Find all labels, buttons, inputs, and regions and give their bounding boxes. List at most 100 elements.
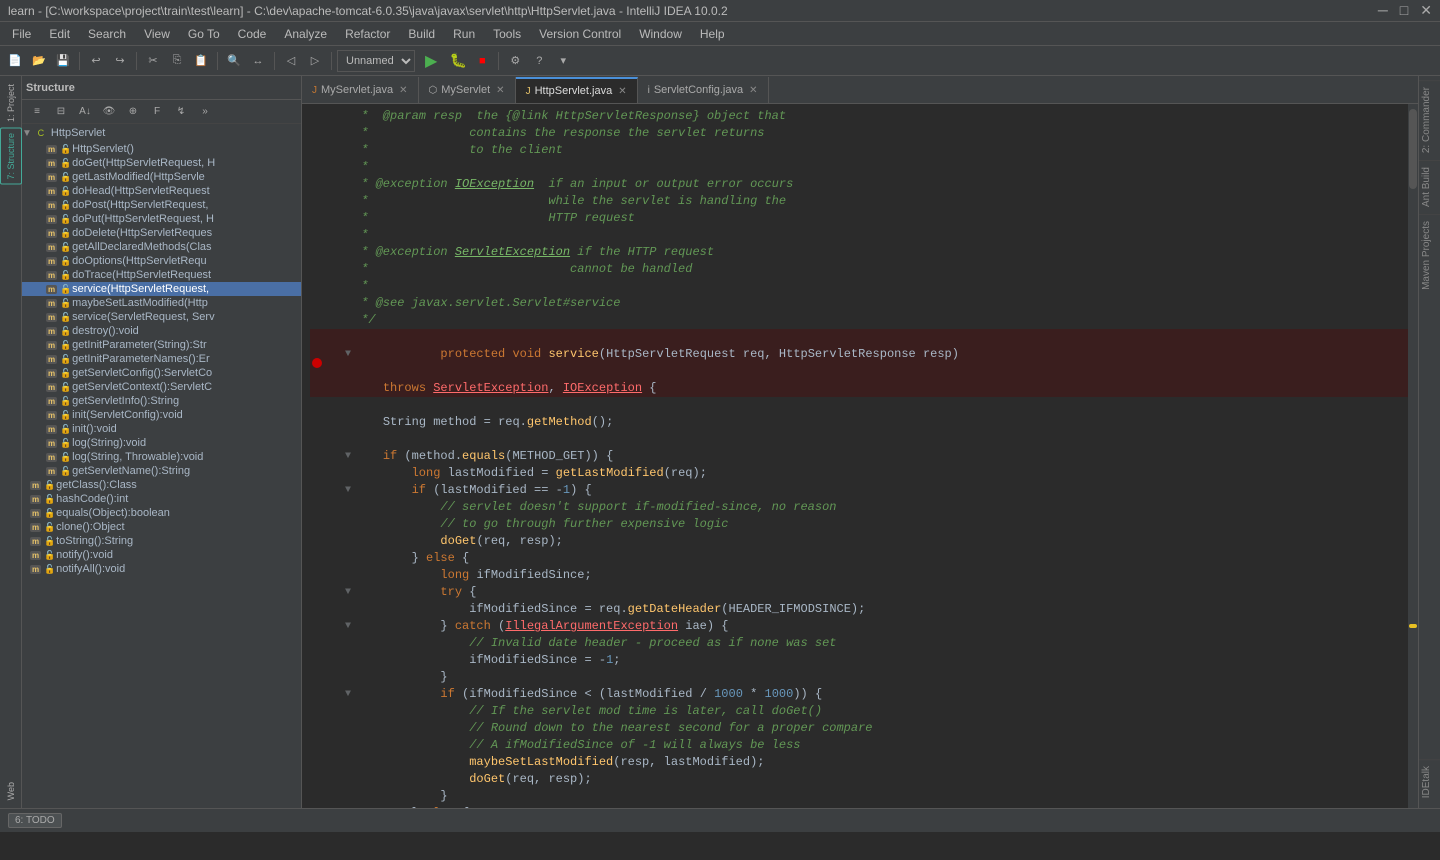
new-button[interactable]: 📄 <box>4 50 26 72</box>
scroll-thumb[interactable] <box>1409 109 1417 189</box>
dropdown-button[interactable]: ▾ <box>552 50 574 72</box>
menu-item-build[interactable]: Build <box>400 25 443 43</box>
menu-item-search[interactable]: Search <box>80 25 134 43</box>
tree-item[interactable]: m 🔓 HttpServlet() <box>22 142 301 156</box>
tree-item[interactable]: m 🔓 doPost(HttpServletRequest, <box>22 198 301 212</box>
tab-close-icon[interactable]: ✕ <box>749 85 757 96</box>
tree-item[interactable]: m 🔓 getInitParameterNames():Er <box>22 352 301 366</box>
save-button[interactable]: 💾 <box>52 50 74 72</box>
structure-tab[interactable]: 7: Structure <box>0 128 22 185</box>
tree-item[interactable]: m 🔓 doTrace(HttpServletRequest <box>22 268 301 282</box>
menu-item-code[interactable]: Code <box>230 25 275 43</box>
help-button[interactable]: ? <box>528 50 550 72</box>
tree-item[interactable]: m 🔓 getServletName():String <box>22 464 301 478</box>
project-tab[interactable]: 1: Project <box>0 80 22 126</box>
tree-item[interactable]: m 🔓 getServletContext():ServletC <box>22 380 301 394</box>
fold-control[interactable]: ▼ <box>342 621 354 632</box>
forward-button[interactable]: ▷ <box>304 50 326 72</box>
tab-httpservlet-java[interactable]: J HttpServlet.java ✕ <box>516 77 638 103</box>
menu-item-refactor[interactable]: Refactor <box>337 25 398 43</box>
tree-item[interactable]: m 🔓 service(ServletRequest, Serv <box>22 310 301 324</box>
settings-button[interactable]: ⚙ <box>504 50 526 72</box>
close-button[interactable]: ✕ <box>1420 2 1432 19</box>
stop-button[interactable]: ■ <box>471 50 493 72</box>
menu-item-tools[interactable]: Tools <box>485 25 529 43</box>
fold-control[interactable]: ▼ <box>342 689 354 700</box>
code-editor[interactable]: * @param resp the {@link HttpServletResp… <box>302 104 1418 808</box>
menu-item-run[interactable]: Run <box>445 25 483 43</box>
tree-item[interactable]: m 🔓 getAllDeclaredMethods(Clas <box>22 240 301 254</box>
tree-item[interactable]: m 🔓 getLastModified(HttpServle <box>22 170 301 184</box>
search-button[interactable]: 🔍 <box>223 50 245 72</box>
tree-item[interactable]: m 🔓 notify():void <box>22 548 301 562</box>
tree-item[interactable]: m 🔓 equals(Object):boolean <box>22 506 301 520</box>
window-controls[interactable]: ─ □ ✕ <box>1378 2 1432 19</box>
tree-item[interactable]: m 🔓 notifyAll():void <box>22 562 301 576</box>
tree-item[interactable]: m 🔓 destroy():void <box>22 324 301 338</box>
replace-button[interactable]: ↔ <box>247 50 269 72</box>
commander-tab[interactable]: 2: Commander <box>1419 80 1440 159</box>
run-button[interactable]: ▶ <box>417 50 445 72</box>
tree-item[interactable]: m 🔓 doOptions(HttpServletRequ <box>22 254 301 268</box>
tab-close-icon[interactable]: ✕ <box>496 85 504 96</box>
run-config-dropdown[interactable]: Unnamed <box>337 50 415 72</box>
paste-button[interactable]: 📋 <box>190 50 212 72</box>
maximize-button[interactable]: □ <box>1400 2 1408 19</box>
tree-item[interactable]: m 🔓 log(String, Throwable):void <box>22 450 301 464</box>
tab-close-icon[interactable]: ✕ <box>399 85 407 96</box>
ant-build-tab[interactable]: Ant Build <box>1419 160 1440 213</box>
tree-item[interactable]: m 🔓 init(ServletConfig):void <box>22 408 301 422</box>
redo-button[interactable]: ↪ <box>109 50 131 72</box>
cut-button[interactable]: ✂ <box>142 50 164 72</box>
inherited-button[interactable]: ⊕ <box>122 101 144 123</box>
menu-item-go to[interactable]: Go To <box>180 25 228 43</box>
tab-myservlet-java[interactable]: J MyServlet.java ✕ <box>302 77 419 103</box>
tree-item[interactable]: m 🔓 getServletInfo():String <box>22 394 301 408</box>
maven-projects-tab[interactable]: Maven Projects <box>1419 214 1440 296</box>
menu-item-edit[interactable]: Edit <box>41 25 78 43</box>
fold-control[interactable]: ▼ <box>342 485 354 496</box>
tab-close-icon[interactable]: ✕ <box>618 86 626 97</box>
debug-button[interactable]: 🐛 <box>447 50 469 72</box>
menu-item-help[interactable]: Help <box>692 25 733 43</box>
fold-control[interactable]: ▼ <box>342 587 354 598</box>
breakpoint-dot[interactable] <box>312 358 322 368</box>
tree-item[interactable]: m 🔓 getInitParameter(String):Str <box>22 338 301 352</box>
tree-item[interactable]: m 🔓 service(HttpServletRequest, <box>22 282 301 296</box>
more-options-button[interactable]: » <box>194 101 216 123</box>
tree-item[interactable]: m 🔓 getClass():Class <box>22 478 301 492</box>
menu-item-file[interactable]: File <box>4 25 39 43</box>
auto-scroll-button[interactable]: ↯ <box>170 101 192 123</box>
fold-control[interactable]: ▼ <box>342 451 354 462</box>
tree-item[interactable]: m 🔓 hashCode():int <box>22 492 301 506</box>
menu-item-window[interactable]: Window <box>631 25 690 43</box>
minimize-button[interactable]: ─ <box>1378 2 1388 19</box>
web-tab[interactable]: Web <box>0 778 22 804</box>
tree-root-item[interactable]: ▼ C HttpServlet <box>22 124 301 142</box>
tree-item[interactable]: m 🔓 doGet(HttpServletRequest, H <box>22 156 301 170</box>
todo-button[interactable]: 6: TODO <box>8 813 62 828</box>
tree-item[interactable]: m 🔓 log(String):void <box>22 436 301 450</box>
undo-button[interactable]: ↩ <box>85 50 107 72</box>
visibility-button[interactable]: 👁 <box>98 101 120 123</box>
tree-item[interactable]: m 🔓 doDelete(HttpServletReques <box>22 226 301 240</box>
tree-item[interactable]: m 🔓 doHead(HttpServletRequest <box>22 184 301 198</box>
tree-item[interactable]: m 🔓 doPut(HttpServletRequest, H <box>22 212 301 226</box>
menu-item-view[interactable]: View <box>136 25 178 43</box>
fold-control[interactable]: ▼ <box>342 349 354 360</box>
vertical-scrollbar[interactable] <box>1408 104 1418 808</box>
back-button[interactable]: ◁ <box>280 50 302 72</box>
menu-item-version control[interactable]: Version Control <box>531 25 629 43</box>
open-button[interactable]: 📂 <box>28 50 50 72</box>
tab-servletconfig-java[interactable]: i ServletConfig.java ✕ <box>638 77 769 103</box>
expand-all-button[interactable]: ≡ <box>26 101 48 123</box>
menu-item-analyze[interactable]: Analyze <box>276 25 335 43</box>
tree-item[interactable]: m 🔓 toString():String <box>22 534 301 548</box>
tree-item[interactable]: m 🔓 init():void <box>22 422 301 436</box>
idetalk-tab[interactable]: IDEtalk <box>1419 759 1440 804</box>
tree-item[interactable]: m 🔓 clone():Object <box>22 520 301 534</box>
tree-item[interactable]: m 🔓 getServletConfig():ServletCo <box>22 366 301 380</box>
fields-button[interactable]: F <box>146 101 168 123</box>
collapse-all-button[interactable]: ⊟ <box>50 101 72 123</box>
alphabetical-sort-button[interactable]: A↓ <box>74 101 96 123</box>
